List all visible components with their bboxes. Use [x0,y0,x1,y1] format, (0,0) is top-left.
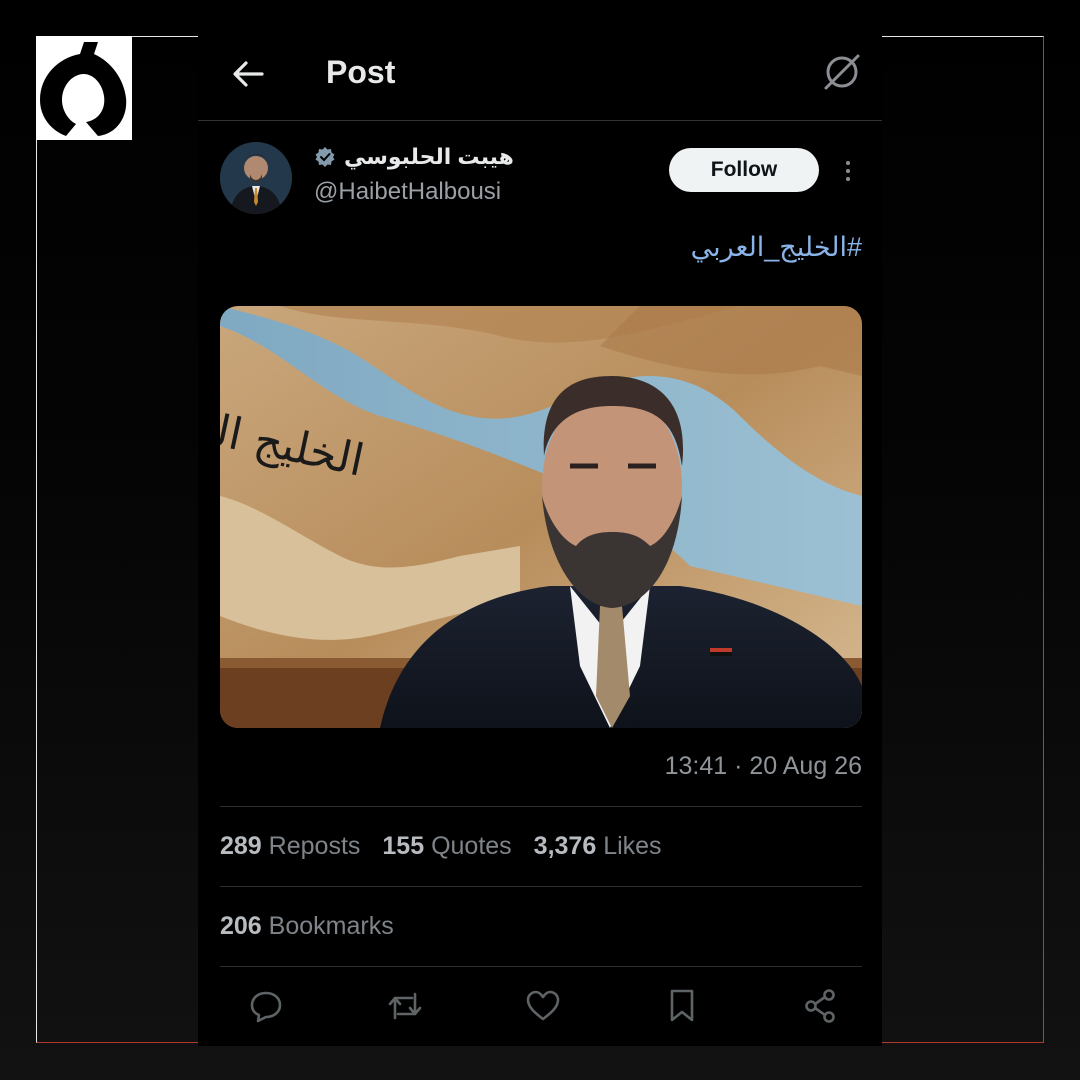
reply-icon [250,991,282,1023]
divider [220,806,862,807]
quotes-count: 155 [382,832,425,860]
share-icon [805,989,835,1023]
post-screen: Post هيبت الحلبوسي @HaibetHalbousi Follo… [198,36,882,1046]
channel-logo-icon [40,42,127,136]
avatar-image [220,142,292,214]
author-name-row: هيبت الحلبوسي [314,144,514,170]
bookmarks-stat[interactable]: 206 Bookmarks [220,912,394,941]
bookmark-button[interactable] [662,986,702,1026]
post-stats: 289 Reposts 155 Quotes 3,376 Likes [220,832,662,861]
repost-icon [388,992,421,1020]
hashtag-link[interactable]: #الخليج_العربي [691,232,862,263]
arrow-left-icon [233,61,264,87]
more-vertical-icon [846,161,850,165]
back-button[interactable] [228,54,268,94]
post-photo: الخليج العربي [220,306,862,728]
bookmark-icon [670,989,693,1022]
author-display-name[interactable]: هيبت الحلبوسي [344,144,514,170]
likes-label: Likes [603,832,662,860]
bookmarks-count: 206 [220,912,262,940]
channel-logo [36,36,132,140]
reposts-count: 289 [220,832,262,860]
verified-badge-icon [315,147,335,167]
bookmarks-label: Bookmarks [268,912,394,940]
author-handle[interactable]: @HaibetHalbousi [314,178,501,206]
divider [220,886,862,887]
quotes-stat[interactable]: 155 Quotes [382,832,511,861]
heart-icon [526,990,560,1021]
grok-icon [824,54,860,90]
likes-count: 3,376 [533,832,597,860]
post-timestamp[interactable]: 13:41 · 20 Aug 26 [665,752,862,781]
share-button[interactable] [800,986,840,1026]
more-options-button[interactable] [838,156,858,186]
repost-button[interactable] [385,986,425,1026]
like-button[interactable] [523,986,563,1026]
grok-button[interactable] [820,50,864,94]
quotes-label: Quotes [431,832,512,860]
reposts-label: Reposts [268,832,361,860]
post-image[interactable]: الخليج العربي [220,306,862,728]
reposts-stat[interactable]: 289 Reposts [220,832,360,861]
page-title: Post [326,54,396,90]
top-bar: Post [198,36,882,121]
reply-button[interactable] [246,986,286,1026]
follow-button[interactable]: Follow [669,148,819,192]
likes-stat[interactable]: 3,376 Likes [534,832,662,861]
divider [220,966,862,967]
avatar[interactable] [220,142,292,214]
action-bar [220,986,862,1032]
